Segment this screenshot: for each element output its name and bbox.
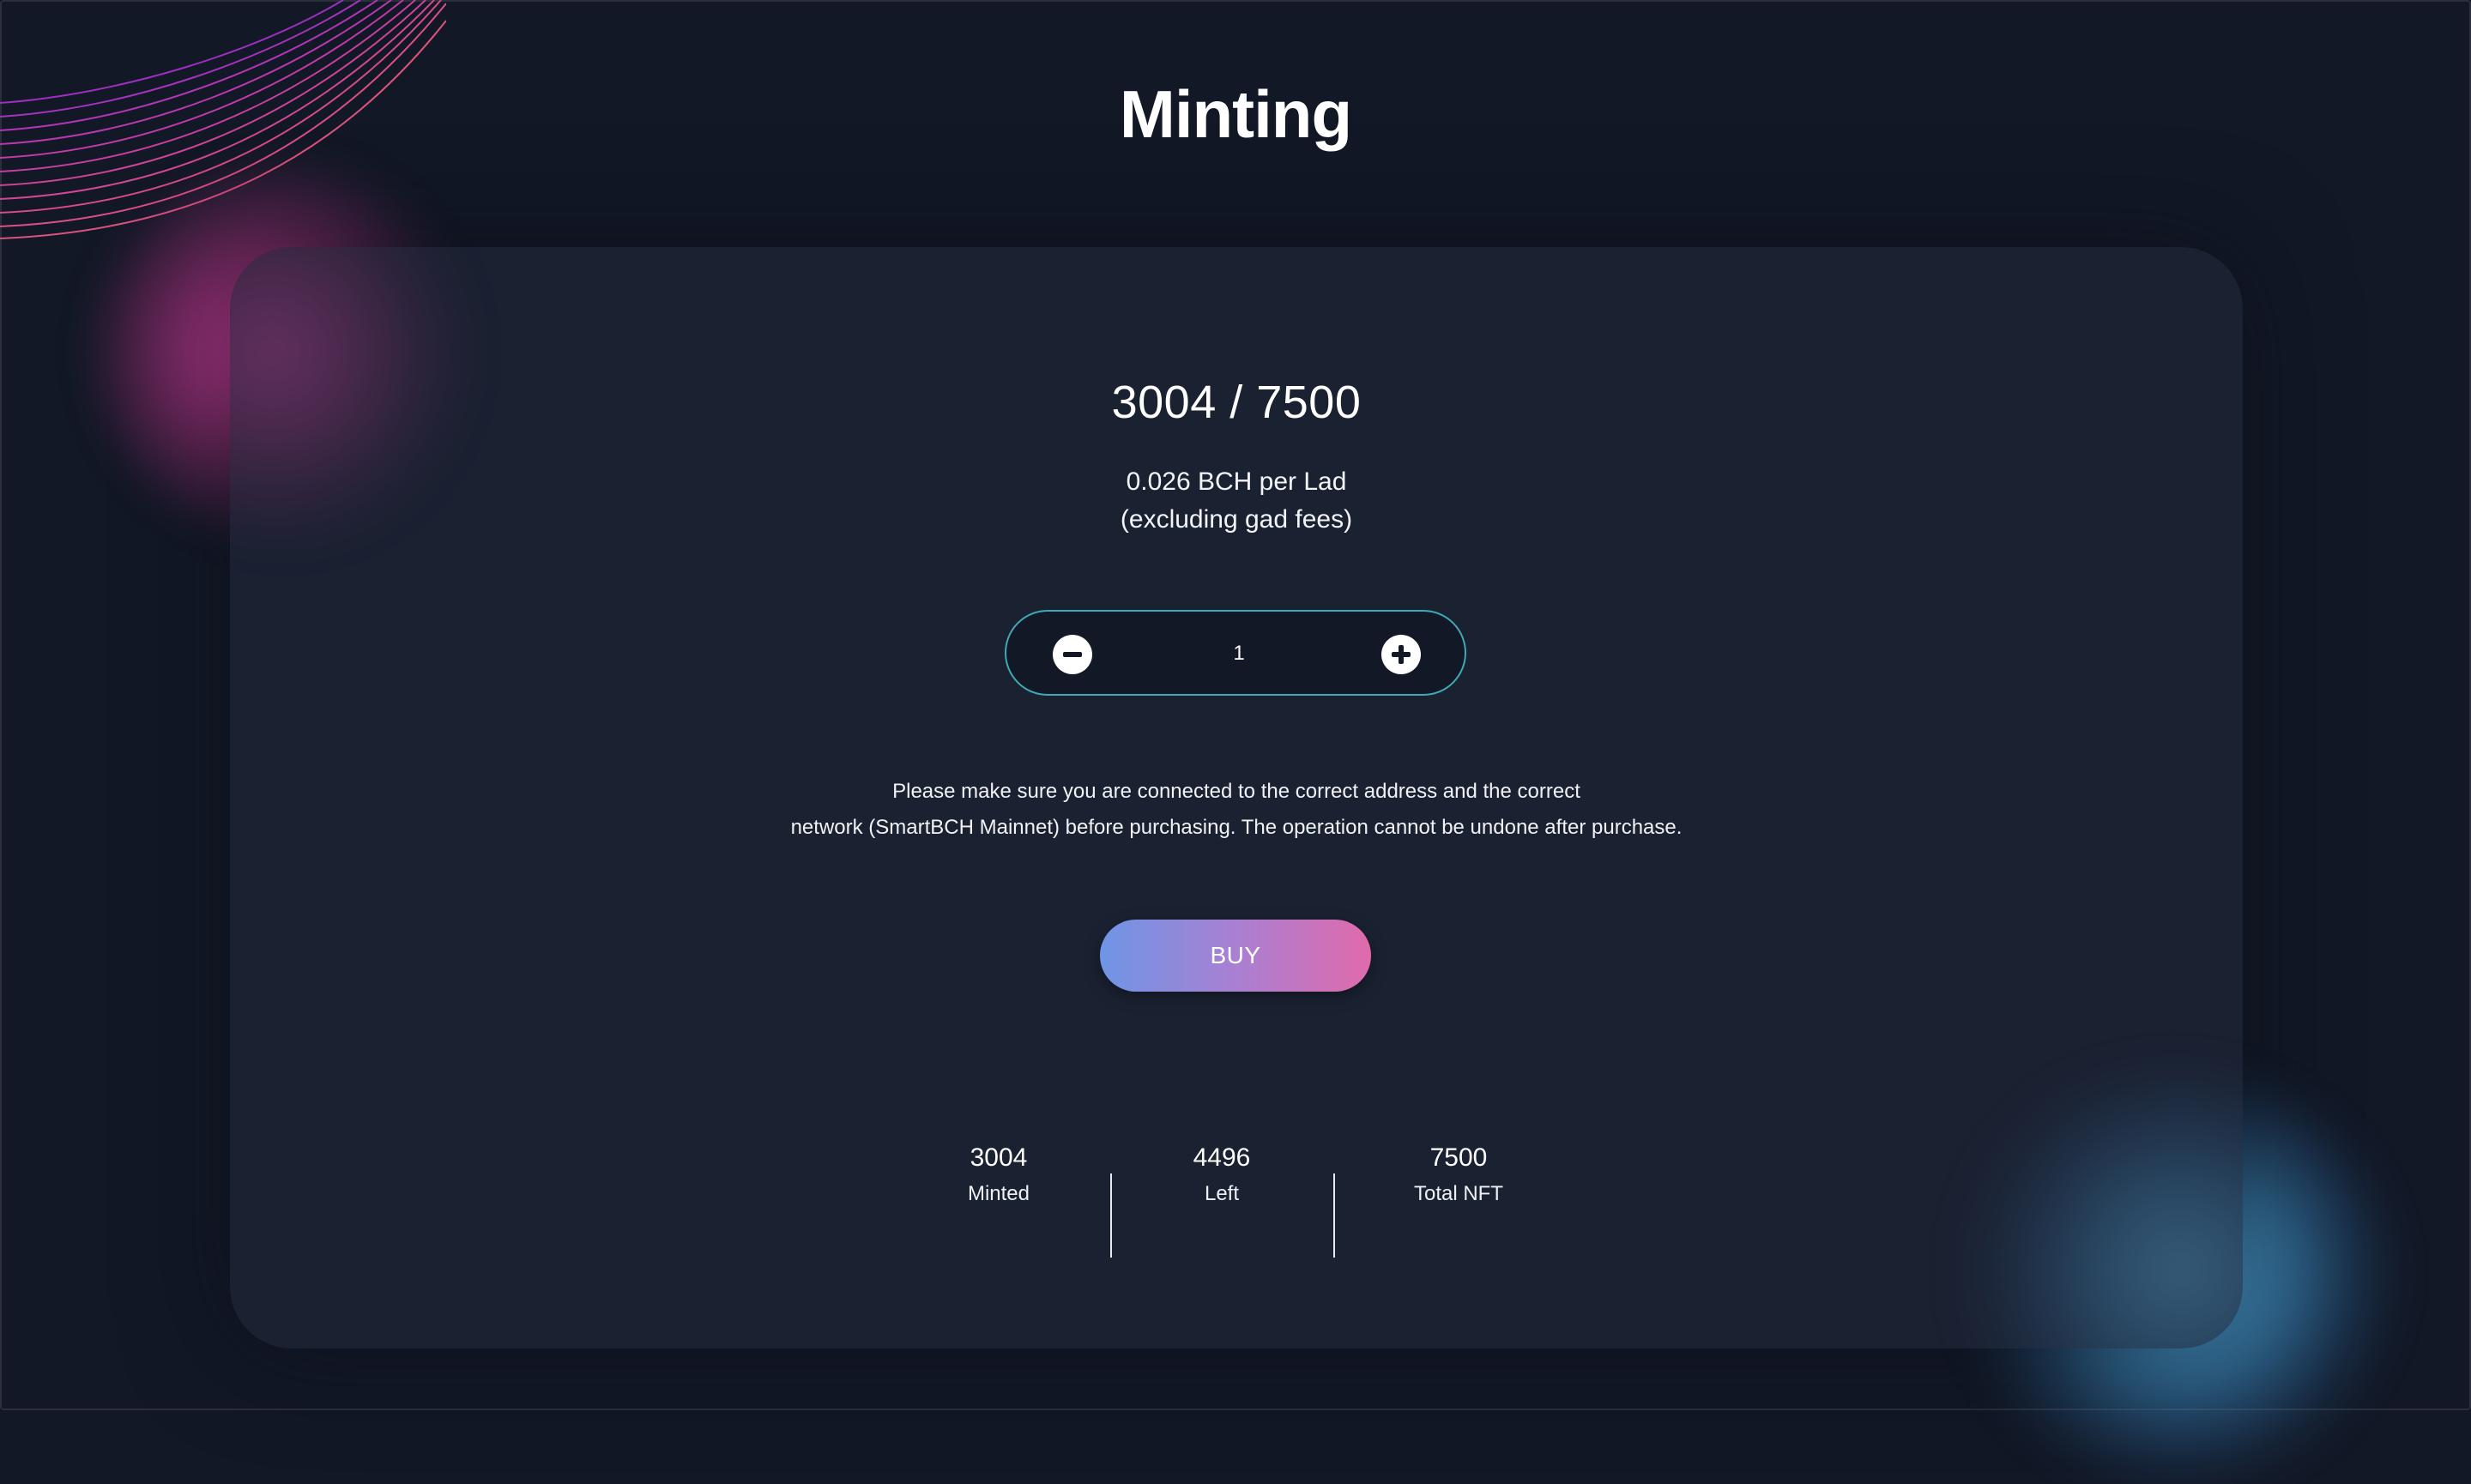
stat-total-nft: 7500 Total NFT xyxy=(1347,1139,1570,1211)
stat-value: 4496 xyxy=(1193,1143,1251,1172)
minus-circle-icon[interactable] xyxy=(1053,635,1092,674)
quantity-stepper xyxy=(1005,610,1466,696)
notice-line-1: Please make sure you are connected to th… xyxy=(892,780,1580,803)
price-per-lad: 0.026 BCH per Lad xyxy=(1126,468,1347,496)
page-title: Minting xyxy=(1119,76,1352,152)
stat-minted: 3004 Minted xyxy=(887,1139,1110,1211)
stat-label: Left xyxy=(1204,1182,1240,1205)
notice-line-2: network (SmartBCH Mainnet) before purcha… xyxy=(790,816,1683,839)
stat-divider xyxy=(1333,1173,1335,1258)
price-fee-note: (excluding gad fees) xyxy=(1120,505,1353,534)
mint-stats: 3004 Minted 4496 Left 7500 Total NFT xyxy=(230,1139,2243,1258)
buy-button[interactable]: BUY xyxy=(1100,920,1371,992)
stat-left: 4496 Left xyxy=(1110,1139,1333,1211)
quantity-input[interactable] xyxy=(1109,612,1368,696)
stat-value: 7500 xyxy=(1429,1143,1488,1172)
plus-circle-icon[interactable] xyxy=(1381,635,1421,674)
purchase-notice: Please make sure you are connected to th… xyxy=(230,774,2243,846)
price-info: 0.026 BCH per Lad (excluding gad fees) xyxy=(230,463,2243,539)
stat-label: Minted xyxy=(967,1182,1030,1205)
stat-label: Total NFT xyxy=(1413,1182,1503,1205)
stat-value: 3004 xyxy=(970,1143,1028,1172)
mint-progress: 3004 / 7500 xyxy=(1111,377,1362,428)
mint-card: 3004 / 7500 0.026 BCH per Lad (excluding… xyxy=(230,247,2243,1348)
